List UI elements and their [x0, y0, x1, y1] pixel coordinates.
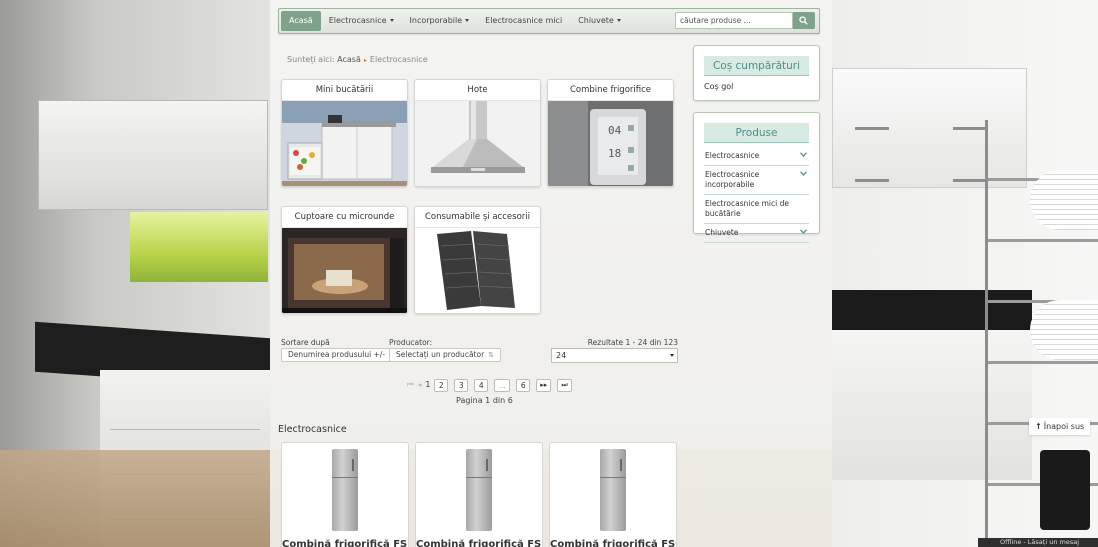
- arrow-up-icon: ↑: [1035, 422, 1042, 431]
- category-card-consumabile[interactable]: Consumabile și accesorii: [414, 206, 541, 314]
- dropdown-arrow-icon: [670, 354, 674, 357]
- svg-text:04: 04: [608, 124, 622, 137]
- product-card[interactable]: Combină frigorifică FSF: [281, 442, 409, 547]
- page-current: 1: [425, 379, 431, 389]
- first-page-icon[interactable]: ⏮: [407, 379, 414, 392]
- prev-page-icon[interactable]: ◂: [418, 379, 422, 392]
- page-info: Pagina 1 din 6: [456, 396, 513, 405]
- category-title[interactable]: Hote: [415, 80, 540, 101]
- nav-item-electrocasnice[interactable]: Electrocasnice: [321, 11, 402, 31]
- caret-down-icon: [616, 19, 621, 22]
- search-input[interactable]: căutare produse ...: [675, 12, 793, 29]
- nav-item-electrocasnice-mici[interactable]: Electrocasnice mici: [477, 11, 570, 31]
- fridge-image: [466, 449, 492, 531]
- category-card-combine-frigorifice[interactable]: Combine frigorifice 04 18: [547, 79, 674, 187]
- cart-title: Coș cumpărături: [704, 56, 809, 76]
- svg-text:18: 18: [608, 147, 621, 160]
- breadcrumb-prefix: Sunteți aici:: [287, 55, 335, 64]
- main-navbar: Acasă Electrocasnice Incorporabile Elect…: [278, 8, 820, 34]
- page-link-3[interactable]: 3: [454, 378, 469, 392]
- content-column: Acasă Electrocasnice Incorporabile Elect…: [270, 0, 832, 547]
- chevron-down-icon[interactable]: [800, 171, 807, 176]
- product-name[interactable]: Combină frigorifică FSG: [550, 539, 676, 547]
- offline-chat-badge[interactable]: Offline - Lăsați un mesaj: [978, 538, 1098, 547]
- products-item-chiuvete[interactable]: Chiuvete: [704, 224, 809, 243]
- breadcrumb: Sunteți aici: Acasă ▸ Electrocasnice: [287, 55, 428, 64]
- category-title[interactable]: Cuptoare cu microunde: [282, 207, 407, 228]
- breadcrumb-separator-icon: ▸: [363, 57, 367, 64]
- sort-label: Sortare după: [281, 338, 330, 347]
- category-card-cuptoare-microunde[interactable]: Cuptoare cu microunde: [281, 206, 408, 314]
- breadcrumb-current: Electrocasnice: [369, 55, 428, 64]
- filters-image: [415, 228, 540, 313]
- fridge-image: [332, 449, 358, 531]
- products-title: Produse: [704, 123, 809, 143]
- per-page-select[interactable]: 24: [551, 348, 678, 363]
- chevron-down-icon[interactable]: [800, 229, 807, 234]
- products-item-electrocasnice-mici[interactable]: Electrocasnice mici de bucătărie: [704, 195, 809, 224]
- page-link-4[interactable]: 4: [474, 378, 489, 392]
- chevron-down-icon[interactable]: [800, 152, 807, 157]
- producer-label: Producator:: [389, 338, 433, 347]
- product-card[interactable]: Combină frigorifică FSG: [549, 442, 677, 547]
- page-ellipsis: ...: [494, 378, 511, 392]
- category-title[interactable]: Mini bucătării: [282, 80, 407, 101]
- product-name[interactable]: Combină frigorifică FSF: [416, 539, 542, 547]
- category-title[interactable]: Combine frigorifice: [548, 80, 673, 101]
- product-card[interactable]: Combină frigorifică FSF: [415, 442, 543, 547]
- cart-empty-text: Coș gol: [704, 82, 734, 91]
- microwave-image: [282, 228, 407, 313]
- cart-box: Coș cumpărături Coș gol: [693, 45, 820, 101]
- products-box: Produse Electrocasnice Electrocasnice in…: [693, 112, 820, 243]
- nav-item-chiuvete[interactable]: Chiuvete: [570, 11, 629, 31]
- product-name[interactable]: Combină frigorifică FSF: [282, 539, 408, 547]
- search-button[interactable]: [793, 12, 815, 29]
- nav-item-incorporabile[interactable]: Incorporabile: [402, 11, 478, 31]
- category-card-mini-bucatarii[interactable]: Mini bucătării: [281, 79, 408, 187]
- last-page-icon[interactable]: ⏭: [557, 378, 572, 392]
- sort-filter-bar: Sortare după Denumirea produsului +/-⇅ P…: [281, 338, 679, 368]
- products-item-incorporabile[interactable]: Electrocasnice incorporabile: [704, 166, 809, 195]
- sort-icon: ⇅: [488, 351, 495, 359]
- producer-select[interactable]: Selectați un producător ⇅: [389, 348, 502, 362]
- listing-section-title: Electrocasnice: [278, 424, 347, 435]
- cooker-hood-image: [415, 101, 540, 186]
- caret-down-icon: [465, 19, 470, 22]
- nav-item-acasa[interactable]: Acasă: [281, 11, 321, 31]
- mini-kitchen-image: [282, 101, 407, 186]
- sort-select[interactable]: Denumirea produsului +/-⇅: [281, 348, 402, 362]
- pagination: ⏮ ◂ 1 2 3 4 ... 6 ▸▸ ⏭: [407, 378, 578, 392]
- category-title[interactable]: Consumabile și accesorii: [415, 207, 540, 228]
- fridge-image: [600, 449, 626, 531]
- back-to-top-button[interactable]: ↑ Înapoi sus: [1029, 418, 1090, 435]
- fridge-panel-image: 04 18: [548, 101, 673, 186]
- category-card-hote[interactable]: Hote: [414, 79, 541, 187]
- breadcrumb-home-link[interactable]: Acasă: [337, 55, 361, 64]
- results-count: Rezultate 1 - 24 din 123: [587, 338, 678, 347]
- page-link-6[interactable]: 6: [516, 378, 531, 392]
- caret-down-icon: [389, 19, 394, 22]
- products-item-electrocasnice[interactable]: Electrocasnice: [704, 147, 809, 166]
- search-icon: [799, 16, 808, 25]
- page-link-2[interactable]: 2: [434, 378, 449, 392]
- next-page-icon[interactable]: ▸▸: [536, 378, 552, 392]
